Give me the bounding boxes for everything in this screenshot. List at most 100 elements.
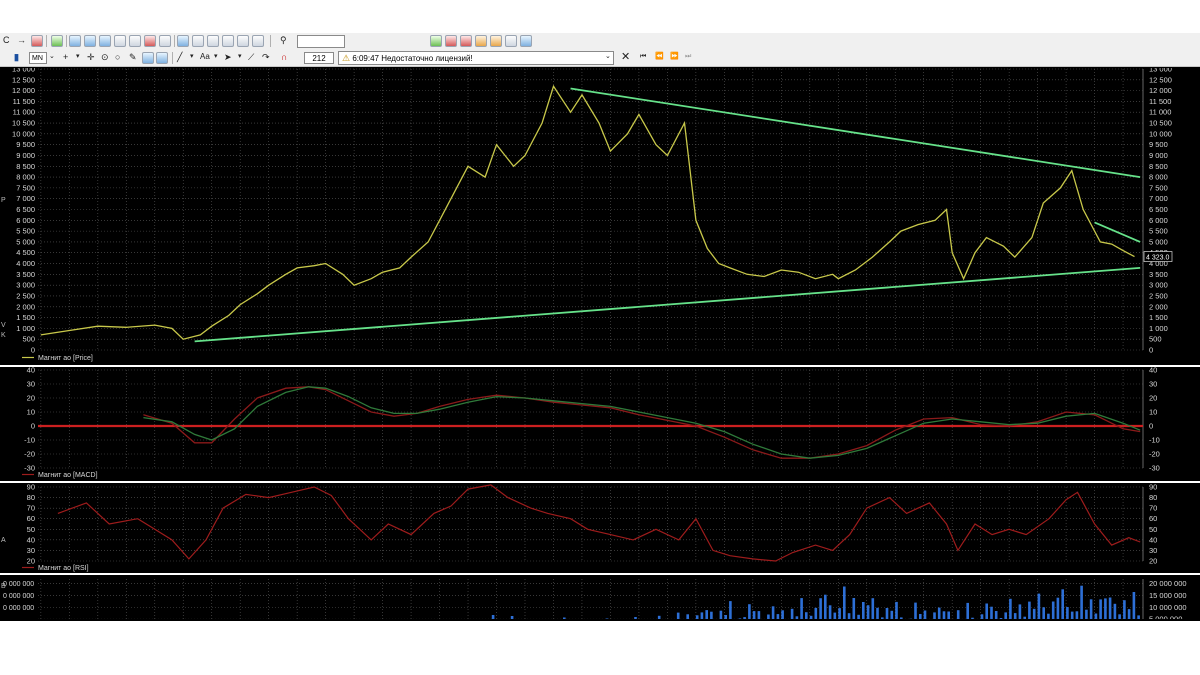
chart-window-icon[interactable]: [84, 35, 96, 47]
table-icon[interactable]: [490, 35, 502, 47]
y-tick-label-left: -10: [24, 436, 35, 445]
y-tick-label-right: 10 000: [1149, 129, 1172, 138]
hand-icon[interactable]: [237, 35, 249, 47]
close-window-icon[interactable]: [144, 35, 156, 47]
pencil-icon[interactable]: ✎: [129, 50, 137, 64]
volume-bar: [933, 612, 936, 631]
first-icon[interactable]: ⏮: [640, 50, 646, 64]
table-icon[interactable]: [99, 35, 111, 47]
volume-bar: [1089, 599, 1093, 631]
volume-bar: [771, 606, 775, 631]
chevron-down-icon[interactable]: ▾: [76, 50, 80, 64]
y-tick-label-left: 6 000: [16, 216, 35, 225]
grid-icon[interactable]: [520, 35, 532, 47]
volume-bar: [857, 614, 860, 631]
y-tick-label-right: 15 000 000: [1149, 591, 1187, 600]
y-tick-label-left: 50: [27, 525, 35, 534]
y-tick-label-right: 5 000 000: [1149, 615, 1182, 619]
app-menu-icon[interactable]: С: [3, 33, 10, 47]
window-icon[interactable]: [505, 35, 517, 47]
interval-select[interactable]: MN: [29, 52, 47, 64]
chart-window-icon[interactable]: [475, 35, 487, 47]
last-icon[interactable]: ⏭: [685, 50, 691, 64]
arrow-tool-icon[interactable]: ➤: [224, 50, 232, 64]
macd-signal-line: [143, 386, 1141, 459]
volume-bar: [563, 617, 566, 631]
volume-bar: [1051, 601, 1055, 631]
y-tick-label-right: 50: [1149, 525, 1157, 534]
y-tick-label-left: 70: [27, 504, 35, 513]
volume-bar: [1009, 598, 1012, 631]
table-icon[interactable]: [445, 35, 457, 47]
volume-bar: [966, 602, 969, 631]
text-tool-icon[interactable]: Aa: [200, 50, 210, 64]
volume-bar: [1085, 609, 1088, 631]
hand-icon[interactable]: [156, 52, 168, 64]
y-tick-label-right: 9 000: [1149, 151, 1168, 160]
grid-icon[interactable]: [114, 35, 126, 47]
bar-count-field[interactable]: 212: [304, 52, 334, 64]
arrow-right-icon[interactable]: →: [17, 33, 26, 47]
magnet-icon[interactable]: ∩: [281, 50, 288, 64]
circle-icon[interactable]: ○: [115, 50, 120, 64]
hand-icon[interactable]: [207, 35, 219, 47]
help-icon[interactable]: [177, 35, 189, 47]
y-tick-label-left: 10 000: [12, 129, 35, 138]
hand-icon[interactable]: [252, 35, 264, 47]
next-icon[interactable]: ⏩: [670, 50, 679, 64]
last-value-label: 4 323.0: [1146, 255, 1169, 262]
chevron-down-icon[interactable]: ▾: [238, 50, 242, 64]
volume-bar: [1070, 611, 1074, 631]
y-tick-label-right: 6 500: [1149, 205, 1168, 214]
y-tick-label-left: 0 000 000: [3, 593, 34, 600]
volume-bar: [985, 603, 988, 631]
volume-bar: [833, 612, 837, 631]
volume-bar: [724, 615, 727, 631]
redo-icon[interactable]: ↷: [262, 50, 270, 64]
volume-bar: [919, 614, 922, 631]
search-input[interactable]: [297, 35, 345, 48]
y-tick-label-left: 60: [27, 514, 35, 523]
y-tick-label-left: 12 500: [12, 75, 35, 84]
target-icon[interactable]: ⊙: [101, 50, 109, 64]
table-icon[interactable]: [159, 35, 171, 47]
bar-chart-icon[interactable]: ▮: [14, 50, 19, 64]
y-tick-label-left: 30: [27, 546, 35, 555]
chevron-down-icon[interactable]: ⌄: [49, 50, 55, 64]
window-icon[interactable]: [129, 35, 141, 47]
chart-window-icon[interactable]: [430, 35, 442, 47]
hand-icon[interactable]: [222, 35, 234, 47]
chart-area[interactable]: РVKАВР 005005001 0001 0001 5001 5002 000…: [0, 65, 1200, 656]
y-tick-label-left: 3 000: [16, 281, 35, 290]
legend-label: Магнит ао [Price]: [38, 355, 93, 362]
y-tick-label-left: 5 000: [16, 237, 35, 246]
prev-icon[interactable]: ⏪: [655, 50, 664, 64]
volume-bar: [862, 602, 865, 631]
chevron-down-icon[interactable]: ⌄: [605, 50, 611, 64]
y-tick-label-left: 0: [31, 422, 35, 431]
volume-bar: [1023, 616, 1026, 631]
crosshair-icon[interactable]: ✛: [87, 50, 95, 64]
y-tick-label-right: 70: [1149, 504, 1157, 513]
chevron-down-icon[interactable]: ▾: [190, 50, 194, 64]
y-tick-label-right: 2 500: [1149, 291, 1168, 300]
y-tick-label-right: -20: [1149, 450, 1160, 459]
export-icon[interactable]: [51, 35, 63, 47]
window-icon[interactable]: [460, 35, 472, 47]
brush-icon[interactable]: ⟋: [248, 50, 254, 64]
pointer-icon[interactable]: [142, 52, 154, 64]
print-icon[interactable]: [31, 35, 43, 47]
hand-icon[interactable]: [192, 35, 204, 47]
main-toolbar: С → ⚲: [0, 33, 1200, 51]
chevron-down-icon[interactable]: ▾: [214, 50, 218, 64]
window-icon[interactable]: [69, 35, 81, 47]
line-tool-icon[interactable]: ╱: [177, 50, 182, 64]
volume-bar: [491, 615, 495, 631]
volume-bar: [923, 610, 927, 631]
close-icon[interactable]: ✕: [621, 50, 630, 64]
price-line: [40, 84, 1135, 340]
y-tick-label-right: -30: [1149, 464, 1160, 473]
plus-icon[interactable]: +: [63, 50, 68, 64]
search-icon[interactable]: ⚲: [280, 33, 287, 47]
chart-canvas[interactable]: РVKАВР 005005001 0001 0001 5001 5002 000…: [0, 65, 1200, 656]
